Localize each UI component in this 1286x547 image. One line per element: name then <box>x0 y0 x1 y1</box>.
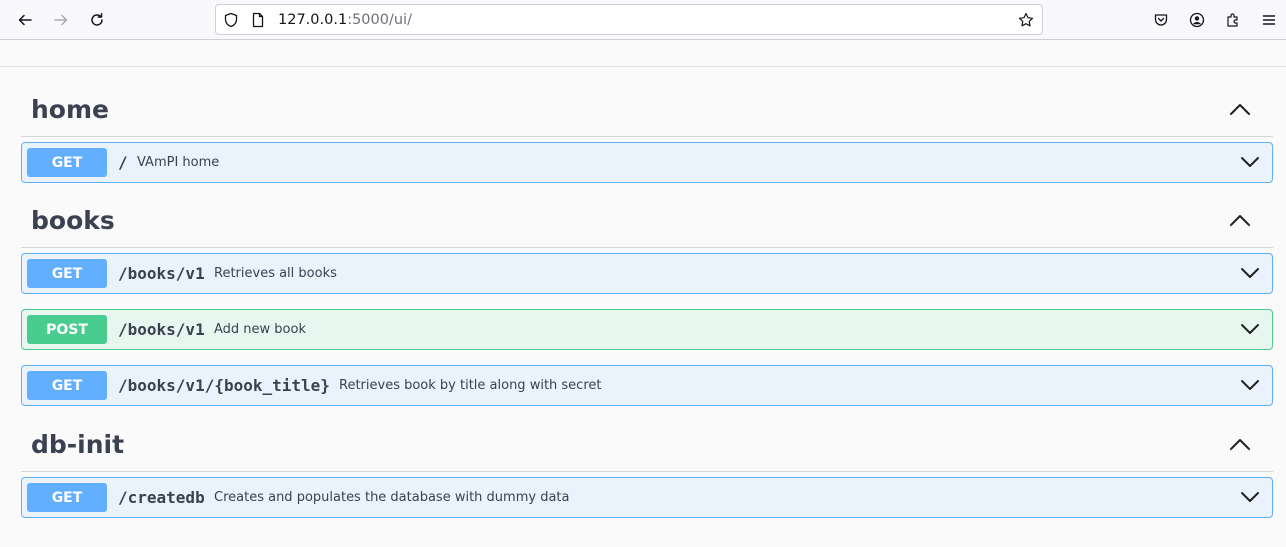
section-db-init: db-init GET /createdb Creates and popula… <box>21 418 1273 518</box>
bookmark-star-icon[interactable] <box>1017 11 1035 29</box>
operation-get-createdb[interactable]: GET /createdb Creates and populates the … <box>21 477 1273 518</box>
section-header[interactable]: home <box>21 83 1273 137</box>
address-bar[interactable]: 127.0.0.1:5000/ui/ <box>215 4 1043 35</box>
account-icon[interactable] <box>1184 7 1210 33</box>
operation-description: Creates and populates the database with … <box>214 490 570 505</box>
page-icon[interactable] <box>249 11 267 29</box>
chevron-down-icon[interactable] <box>1240 377 1262 395</box>
forward-arrow-icon[interactable] <box>48 7 74 33</box>
reload-icon[interactable] <box>84 7 110 33</box>
method-badge: POST <box>27 315 107 344</box>
operation-get-books[interactable]: GET /books/v1 Retrieves all books <box>21 253 1273 294</box>
back-arrow-icon[interactable] <box>12 7 38 33</box>
section-books: books GET /books/v1 Retrieves all books … <box>21 194 1273 406</box>
operation-get-root[interactable]: GET / VAmPI home <box>21 142 1273 183</box>
chevron-down-icon[interactable] <box>1240 321 1262 339</box>
pocket-icon[interactable] <box>1148 7 1174 33</box>
operation-path: /books/v1 <box>118 264 205 283</box>
operation-path: /books/v1/{book_title} <box>118 376 330 395</box>
operation-path: /createdb <box>118 488 205 507</box>
url-host: 127.0.0.1 <box>278 12 348 28</box>
section-home: home GET / VAmPI home <box>21 83 1273 183</box>
chevron-up-icon[interactable] <box>1229 436 1253 456</box>
operation-path: / <box>118 153 128 172</box>
method-badge: GET <box>27 483 107 512</box>
operation-post-books[interactable]: POST /books/v1 Add new book <box>21 309 1273 350</box>
menu-icon[interactable] <box>1256 7 1282 33</box>
chevron-down-icon[interactable] <box>1240 265 1262 283</box>
method-badge: GET <box>27 259 107 288</box>
chevron-up-icon[interactable] <box>1229 101 1253 121</box>
method-badge: GET <box>27 371 107 400</box>
browser-toolbar: 127.0.0.1:5000/ui/ <box>0 0 1286 40</box>
operation-description: Retrieves book by title along with secre… <box>339 378 602 393</box>
operation-path: /books/v1 <box>118 320 205 339</box>
shield-icon[interactable] <box>222 11 240 29</box>
top-strip <box>0 40 1286 67</box>
extensions-icon[interactable] <box>1220 7 1246 33</box>
section-header[interactable]: books <box>21 194 1273 248</box>
operation-description: Add new book <box>214 322 306 337</box>
section-title: db-init <box>31 430 125 459</box>
chevron-down-icon[interactable] <box>1240 154 1262 172</box>
url-path: :5000/ui/ <box>347 12 412 28</box>
url-text[interactable]: 127.0.0.1:5000/ui/ <box>278 11 412 29</box>
method-badge: GET <box>27 148 107 177</box>
section-title: home <box>31 95 109 124</box>
section-header[interactable]: db-init <box>21 418 1273 472</box>
section-title: books <box>31 206 115 235</box>
chevron-down-icon[interactable] <box>1240 489 1262 507</box>
chevron-up-icon[interactable] <box>1229 212 1253 232</box>
operation-get-book-by-title[interactable]: GET /books/v1/{book_title} Retrieves boo… <box>21 365 1273 406</box>
operation-description: VAmPI home <box>137 155 220 170</box>
operation-description: Retrieves all books <box>214 266 337 281</box>
